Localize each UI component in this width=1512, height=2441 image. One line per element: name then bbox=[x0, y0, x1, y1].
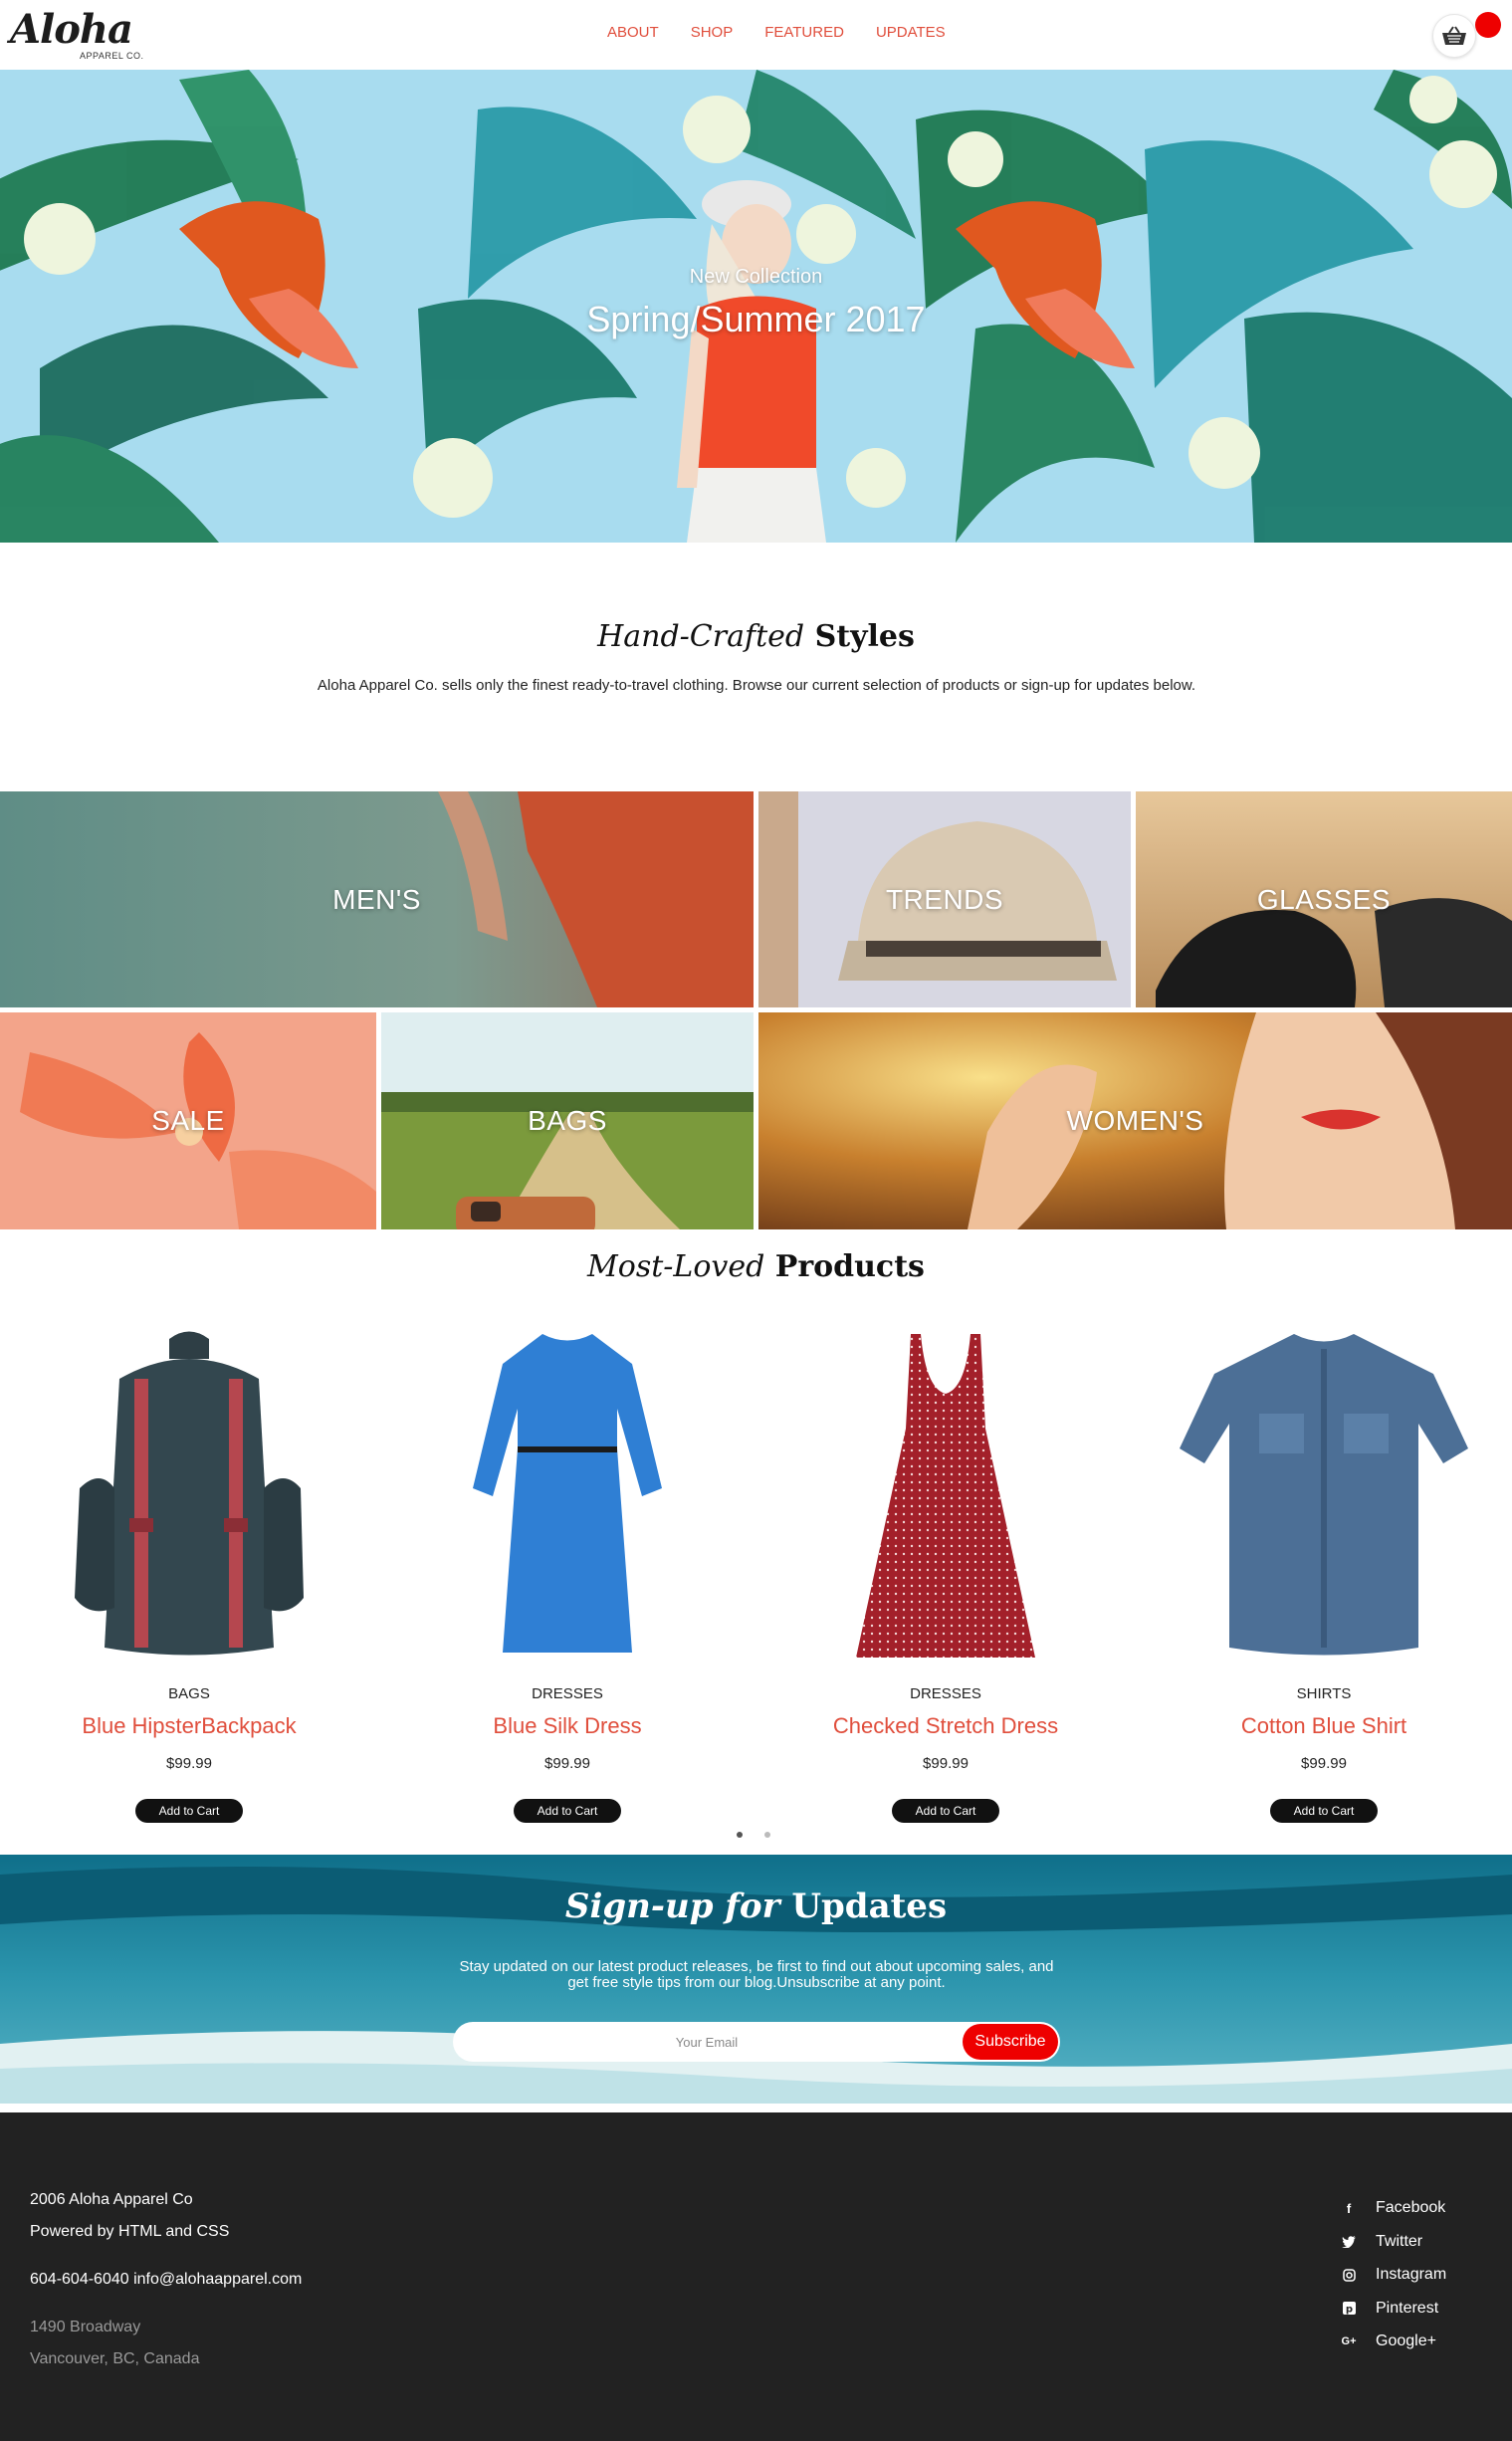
category-tile-womens[interactable]: WOMEN'S bbox=[758, 1012, 1512, 1229]
products-heading: Most-Loved Products bbox=[0, 1249, 1512, 1284]
signup-section: Sign-up for Updates Stay updated on our … bbox=[0, 1855, 1512, 2104]
cart-badge bbox=[1475, 12, 1501, 38]
add-to-cart-button[interactable]: Add to Cart bbox=[1270, 1799, 1378, 1823]
category-label: GLASSES bbox=[1256, 883, 1392, 915]
nav-featured[interactable]: FEATURED bbox=[764, 24, 844, 41]
intro-text: Aloha Apparel Co. sells only the finest … bbox=[317, 677, 1196, 694]
products-heading-bold: Products bbox=[774, 1249, 925, 1284]
product-price: $99.99 bbox=[923, 1755, 969, 1772]
social-link-google-plus[interactable]: G+ Google+ bbox=[1342, 2331, 1446, 2351]
product-card: SHIRTS Cotton Blue Shirt $99.99 Add to C… bbox=[1135, 1319, 1512, 1827]
footer-address-line-2: Vancouver, BC, Canada bbox=[30, 2350, 200, 2367]
subscribe-button[interactable]: Subscribe bbox=[963, 2024, 1058, 2060]
social-label: Pinterest bbox=[1376, 2299, 1439, 2317]
denim-shirt-image[interactable] bbox=[1175, 1319, 1473, 1677]
footer-address-line-1: 1490 Broadway bbox=[30, 2319, 141, 2335]
category-label: WOMEN'S bbox=[1066, 1105, 1204, 1136]
social-label: Twitter bbox=[1376, 2232, 1423, 2250]
social-link-twitter[interactable]: Twitter bbox=[1342, 2232, 1446, 2252]
product-price: $99.99 bbox=[166, 1755, 212, 1772]
category-tile-sale[interactable]: SALE bbox=[0, 1012, 376, 1229]
category-tile-glasses[interactable]: GLASSES bbox=[1136, 791, 1512, 1007]
logo-subtitle: APPAREL CO. bbox=[80, 51, 144, 61]
carousel-dot-2[interactable] bbox=[764, 1832, 770, 1838]
product-price: $99.99 bbox=[1301, 1755, 1347, 1772]
nav-shop[interactable]: SHOP bbox=[691, 24, 734, 41]
product-card: DRESSES Checked Stretch Dress $99.99 Add… bbox=[756, 1319, 1135, 1827]
twitter-icon bbox=[1342, 2235, 1356, 2249]
signup-text: Stay updated on our latest product relea… bbox=[459, 1958, 1054, 1991]
social-label: Google+ bbox=[1376, 2332, 1436, 2349]
social-link-facebook[interactable]: f Facebook bbox=[1342, 2198, 1446, 2218]
category-label: SALE bbox=[151, 1105, 225, 1136]
blue-dress-image[interactable] bbox=[418, 1319, 717, 1677]
product-card: BAGS Blue HipsterBackpack $99.99 Add to … bbox=[0, 1319, 378, 1827]
add-to-cart-button[interactable]: Add to Cart bbox=[135, 1799, 243, 1823]
backpack-image[interactable] bbox=[40, 1319, 338, 1677]
hero-subtitle: New Collection bbox=[689, 266, 823, 288]
social-links: f Facebook Twitter Instagram p Pinterest… bbox=[1342, 2198, 1447, 2365]
add-to-cart-button[interactable]: Add to Cart bbox=[892, 1799, 999, 1823]
signup-heading: Sign-up for Updates bbox=[0, 1886, 1512, 1926]
logo-wordmark: Aloha bbox=[10, 6, 133, 53]
intro-heading-bold: Styles bbox=[814, 619, 915, 654]
cart-button[interactable] bbox=[1432, 14, 1476, 58]
footer-copyright: 2006 Aloha Apparel Co bbox=[30, 2191, 193, 2208]
social-link-pinterest[interactable]: p Pinterest bbox=[1342, 2299, 1446, 2319]
svg-text:p: p bbox=[1345, 2305, 1352, 2316]
signup-heading-bold: Updates bbox=[791, 1886, 948, 1926]
product-category: SHIRTS bbox=[1296, 1685, 1352, 1702]
basket-icon bbox=[1442, 26, 1466, 45]
hero-title: Spring/Summer 2017 bbox=[586, 299, 926, 339]
category-tile-bags[interactable]: BAGS bbox=[381, 1012, 754, 1229]
social-label: Facebook bbox=[1376, 2199, 1446, 2216]
product-category: DRESSES bbox=[910, 1685, 981, 1702]
nav-about[interactable]: ABOUT bbox=[607, 24, 659, 41]
signup-heading-italic: Sign-up for bbox=[564, 1886, 780, 1926]
carousel-dot-1[interactable] bbox=[737, 1832, 743, 1838]
products-heading-italic: Most-Loved bbox=[587, 1249, 765, 1284]
facebook-icon: f bbox=[1346, 2200, 1352, 2216]
category-tile-mens[interactable]: MEN'S bbox=[0, 791, 754, 1007]
social-link-instagram[interactable]: Instagram bbox=[1342, 2265, 1446, 2285]
instagram-icon bbox=[1342, 2268, 1356, 2282]
product-price: $99.99 bbox=[544, 1755, 590, 1772]
product-category: DRESSES bbox=[532, 1685, 603, 1702]
main-nav: ABOUT SHOP FEATURED UPDATES bbox=[607, 24, 977, 41]
intro-heading: Hand-Crafted Styles bbox=[0, 619, 1512, 654]
category-tile-trends[interactable]: TRENDS bbox=[758, 791, 1131, 1007]
product-name[interactable]: Checked Stretch Dress bbox=[756, 1713, 1135, 1739]
intro-heading-italic: Hand-Crafted bbox=[597, 619, 805, 654]
site-footer: 2006 Aloha Apparel Co Powered by HTML an… bbox=[0, 2112, 1512, 2441]
logo[interactable]: Aloha APPAREL CO. bbox=[10, 6, 149, 62]
google-plus-icon: G+ bbox=[1341, 2335, 1357, 2347]
pinterest-icon: p bbox=[1342, 2302, 1356, 2316]
product-name[interactable]: Blue HipsterBackpack bbox=[0, 1713, 378, 1739]
hero-banner: New Collection Spring/Summer 2017 bbox=[0, 70, 1512, 543]
checked-dress-image[interactable] bbox=[796, 1319, 1095, 1677]
category-label: MEN'S bbox=[332, 883, 421, 915]
add-to-cart-button[interactable]: Add to Cart bbox=[514, 1799, 621, 1823]
footer-contact[interactable]: 604-604-6040 info@alohaapparel.com bbox=[30, 2271, 302, 2289]
carousel-pagination bbox=[737, 1832, 770, 1838]
product-category: BAGS bbox=[168, 1685, 210, 1702]
product-card: DRESSES Blue Silk Dress $99.99 Add to Ca… bbox=[378, 1319, 756, 1827]
site-header: Aloha APPAREL CO. ABOUT SHOP FEATURED UP… bbox=[0, 0, 1512, 70]
category-label: TRENDS bbox=[885, 883, 1004, 915]
footer-powered: Powered by HTML and CSS bbox=[30, 2223, 230, 2240]
category-label: BAGS bbox=[528, 1105, 607, 1136]
product-name[interactable]: Blue Silk Dress bbox=[378, 1713, 756, 1739]
social-label: Instagram bbox=[1376, 2266, 1447, 2283]
nav-updates[interactable]: UPDATES bbox=[876, 24, 946, 41]
product-name[interactable]: Cotton Blue Shirt bbox=[1135, 1713, 1512, 1739]
